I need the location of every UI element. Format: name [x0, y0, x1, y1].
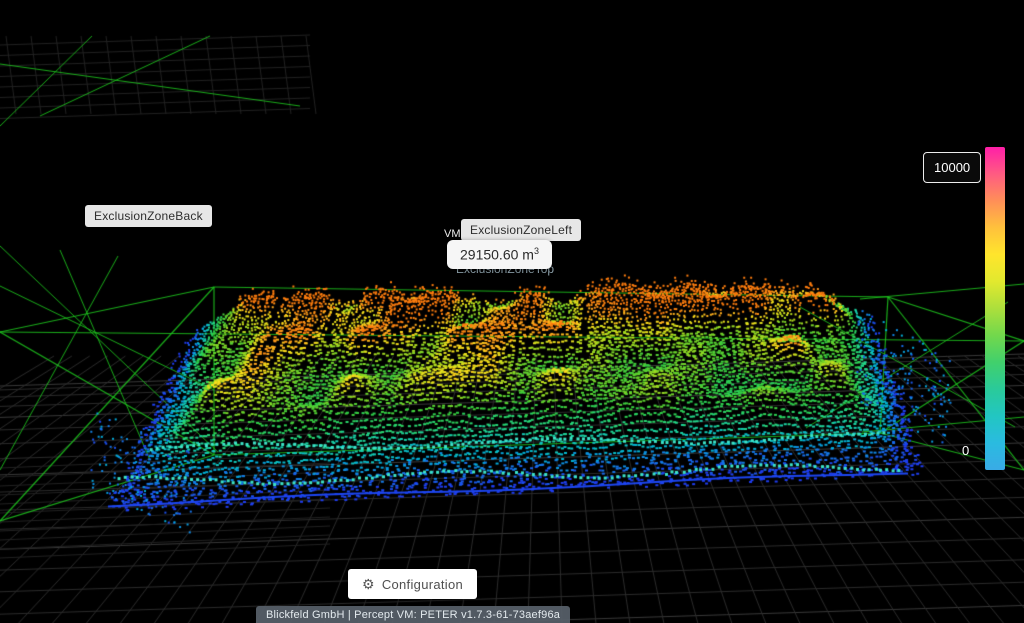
- colorbar-min-label: 0: [962, 443, 969, 458]
- tooltip-title: VM: [444, 228, 461, 240]
- gear-icon: ⚙: [362, 577, 375, 591]
- configuration-label: Configuration: [382, 577, 463, 592]
- colorbar-max-label: 10000: [923, 152, 981, 183]
- colorbar-gradient: [985, 147, 1005, 470]
- status-text: Blickfeld GmbH | Percept VM: PETER v1.7.…: [266, 609, 560, 621]
- label-exclusion-zone-left: ExclusionZoneLeft: [461, 219, 581, 241]
- percept-viewer: ExclusionZoneBack ExclusionZoneLeft VM E…: [0, 0, 1024, 623]
- volume-measurement-chip: 29150.60 m3: [447, 240, 552, 269]
- status-bar: Blickfeld GmbH | Percept VM: PETER v1.7.…: [256, 606, 570, 623]
- pointcloud-viewport[interactable]: [0, 0, 1024, 623]
- volume-value: 29150.60 m: [460, 247, 534, 263]
- configuration-button[interactable]: ⚙ Configuration: [348, 569, 477, 599]
- label-exclusion-zone-back: ExclusionZoneBack: [85, 205, 212, 227]
- volume-unit-exponent: 3: [534, 246, 539, 256]
